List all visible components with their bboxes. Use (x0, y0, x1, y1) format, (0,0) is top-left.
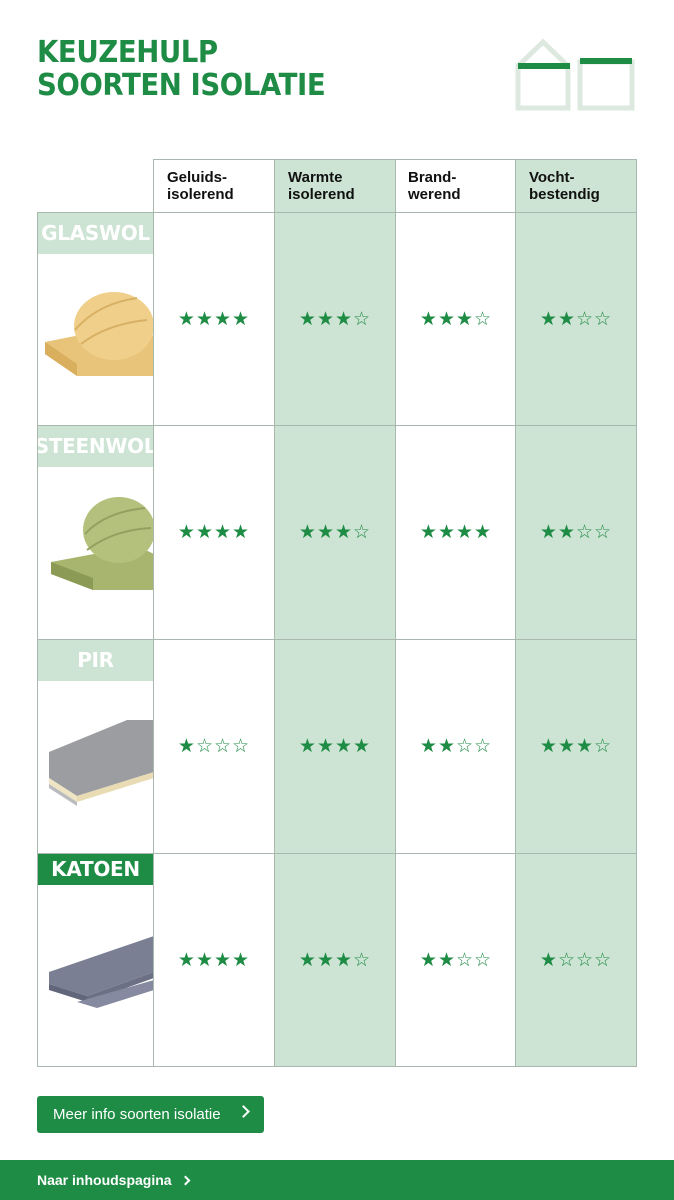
rockwool-image (51, 497, 154, 590)
more-info-button[interactable]: Meer info soorten isolatie (37, 1096, 264, 1133)
star-rating: ★★☆☆ (419, 948, 493, 971)
star-rating: ★★★☆ (298, 307, 372, 330)
star-rating: ★★★☆ (298, 520, 372, 543)
material-label: PIR (37, 639, 154, 681)
page-title: KEUZEHULP SOORTEN ISOLATIE (37, 35, 326, 103)
house-logo-icon (515, 38, 635, 111)
glasswool-image (45, 292, 154, 376)
star-rating: ★★★★ (177, 948, 251, 971)
star-rating: ★★★☆ (298, 948, 372, 971)
column-header: Geluids-isolerend (167, 169, 234, 203)
column-header: Warmte isolerend (288, 169, 355, 203)
column-header: Vocht-bestendig (529, 169, 600, 203)
star-rating: ★★☆☆ (539, 307, 613, 330)
material-label: KATOEN (37, 853, 154, 885)
star-rating: ★★★★ (177, 520, 251, 543)
star-rating: ★★☆☆ (419, 734, 493, 757)
star-rating: ★★★★ (177, 307, 251, 330)
star-rating: ★★★☆ (539, 734, 613, 757)
footer-label: Naar inhoudspagina (37, 1172, 172, 1188)
star-rating: ★★★☆ (419, 307, 493, 330)
column-header: Brand-werend (408, 169, 461, 203)
cotton-image (49, 936, 154, 1008)
material-label: STEENWOL (35, 425, 157, 467)
star-rating: ★★☆☆ (539, 520, 613, 543)
comparison-table: Geluids-isolerend Warmte isolerend Brand-… (35, 159, 637, 1067)
column-highlight (275, 159, 395, 1066)
more-info-label: Meer info soorten isolatie (53, 1106, 221, 1123)
pir-image (49, 720, 154, 806)
star-rating: ★★★★ (419, 520, 493, 543)
star-rating: ★☆☆☆ (539, 948, 613, 971)
column-highlight (516, 159, 637, 1066)
chevron-right-icon (237, 1105, 250, 1118)
chevron-right-icon (180, 1175, 191, 1185)
star-rating: ★★★★ (298, 734, 372, 757)
star-rating: ★☆☆☆ (177, 734, 251, 757)
footer-nav-link[interactable]: Naar inhoudspagina (0, 1160, 674, 1200)
material-label: GLASWOL (37, 212, 154, 254)
